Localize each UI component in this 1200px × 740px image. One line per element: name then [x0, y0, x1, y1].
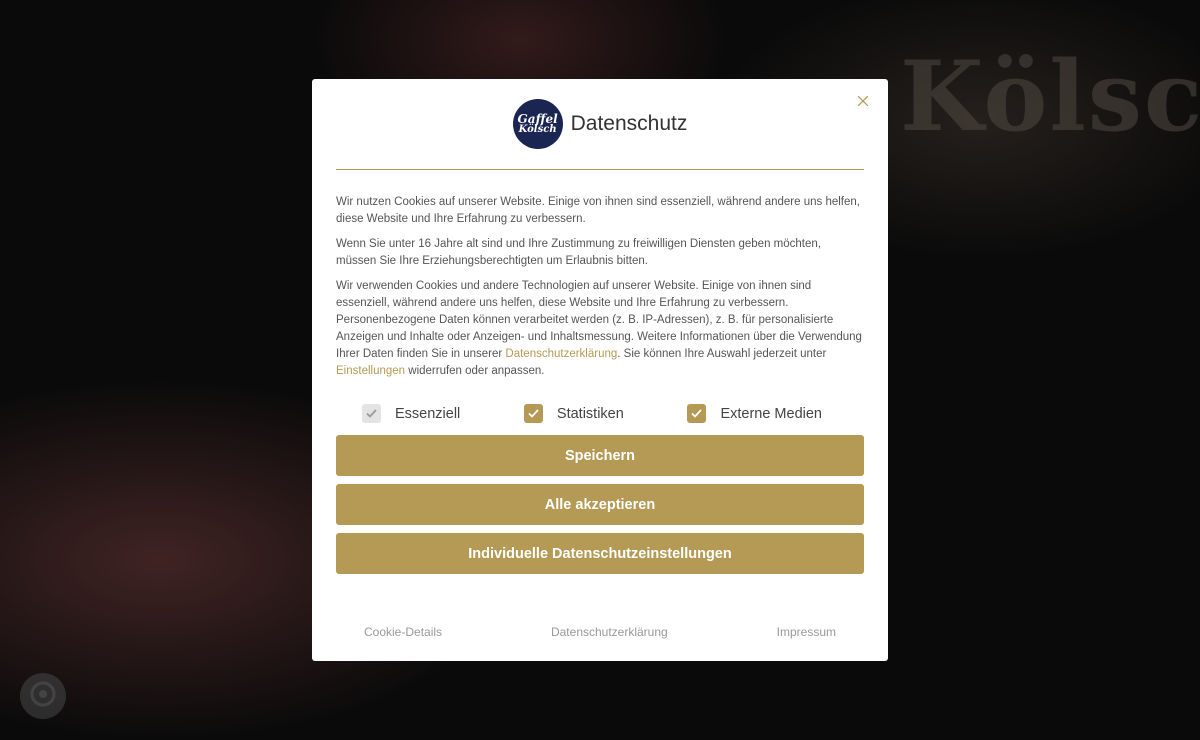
consent-checkboxes: Essenziell Statistiken Externe Medien: [336, 388, 864, 423]
backdrop-brand-text: Kölsch: [900, 40, 1200, 153]
logo-line-2: Kölsch: [518, 124, 557, 135]
dialog-footer: Cookie-Details Datenschutzerklärung Impr…: [336, 625, 864, 639]
check-icon: [366, 409, 377, 418]
dialog-header: Gaffel Kölsch Datenschutz: [336, 79, 864, 170]
checkbox-statistics-label: Statistiken: [556, 405, 624, 422]
checkbox-external-media-label: Externe Medien: [720, 405, 822, 422]
privacy-dialog: Gaffel Kölsch Datenschutz Wir nutzen Coo…: [312, 79, 888, 661]
settings-inline-link[interactable]: Einstellungen: [336, 365, 405, 377]
checkbox-external-media-box[interactable]: [687, 404, 707, 423]
imprint-link[interactable]: Impressum: [777, 625, 836, 639]
accept-all-button[interactable]: Alle akzeptieren: [336, 484, 864, 525]
cookie-icon: [28, 679, 58, 714]
save-button[interactable]: Speichern: [336, 435, 864, 476]
checkbox-external-media[interactable]: Externe Medien: [687, 404, 822, 423]
close-icon: [857, 93, 869, 111]
dialog-title: Datenschutz: [570, 112, 688, 135]
individual-settings-button[interactable]: Individuelle Datenschutzeinstellungen: [336, 533, 864, 574]
cookie-settings-launcher[interactable]: [20, 673, 66, 719]
intro-paragraph: Wir nutzen Cookies auf unserer Website. …: [336, 196, 860, 225]
checkbox-essential-box[interactable]: [362, 404, 381, 423]
details-text-2: . Sie können Ihre Auswahl jederzeit unte…: [617, 348, 827, 360]
dialog-content: Wir nutzen Cookies auf unserer Website. …: [336, 170, 864, 574]
privacy-policy-link[interactable]: Datenschutzerklärung: [551, 625, 668, 639]
details-paragraph: Wir verwenden Cookies und andere Technol…: [336, 278, 864, 380]
checkbox-statistics[interactable]: Statistiken: [523, 404, 624, 423]
checkbox-essential-label: Essenziell: [395, 405, 461, 422]
cookie-details-link[interactable]: Cookie-Details: [364, 625, 442, 639]
brand-logo: Gaffel Kölsch: [512, 99, 563, 149]
age-notice-paragraph: Wenn Sie unter 16 Jahre alt sind und Ihr…: [336, 238, 821, 267]
check-icon: [691, 409, 703, 418]
checkbox-essential[interactable]: Essenziell: [362, 404, 460, 423]
close-button[interactable]: [856, 95, 870, 109]
checkbox-statistics-box[interactable]: [523, 404, 543, 423]
privacy-policy-inline-link[interactable]: Datenschutzerklärung: [505, 348, 617, 360]
check-icon: [528, 409, 539, 418]
details-text-3: widerrufen oder anpassen.: [405, 365, 545, 377]
